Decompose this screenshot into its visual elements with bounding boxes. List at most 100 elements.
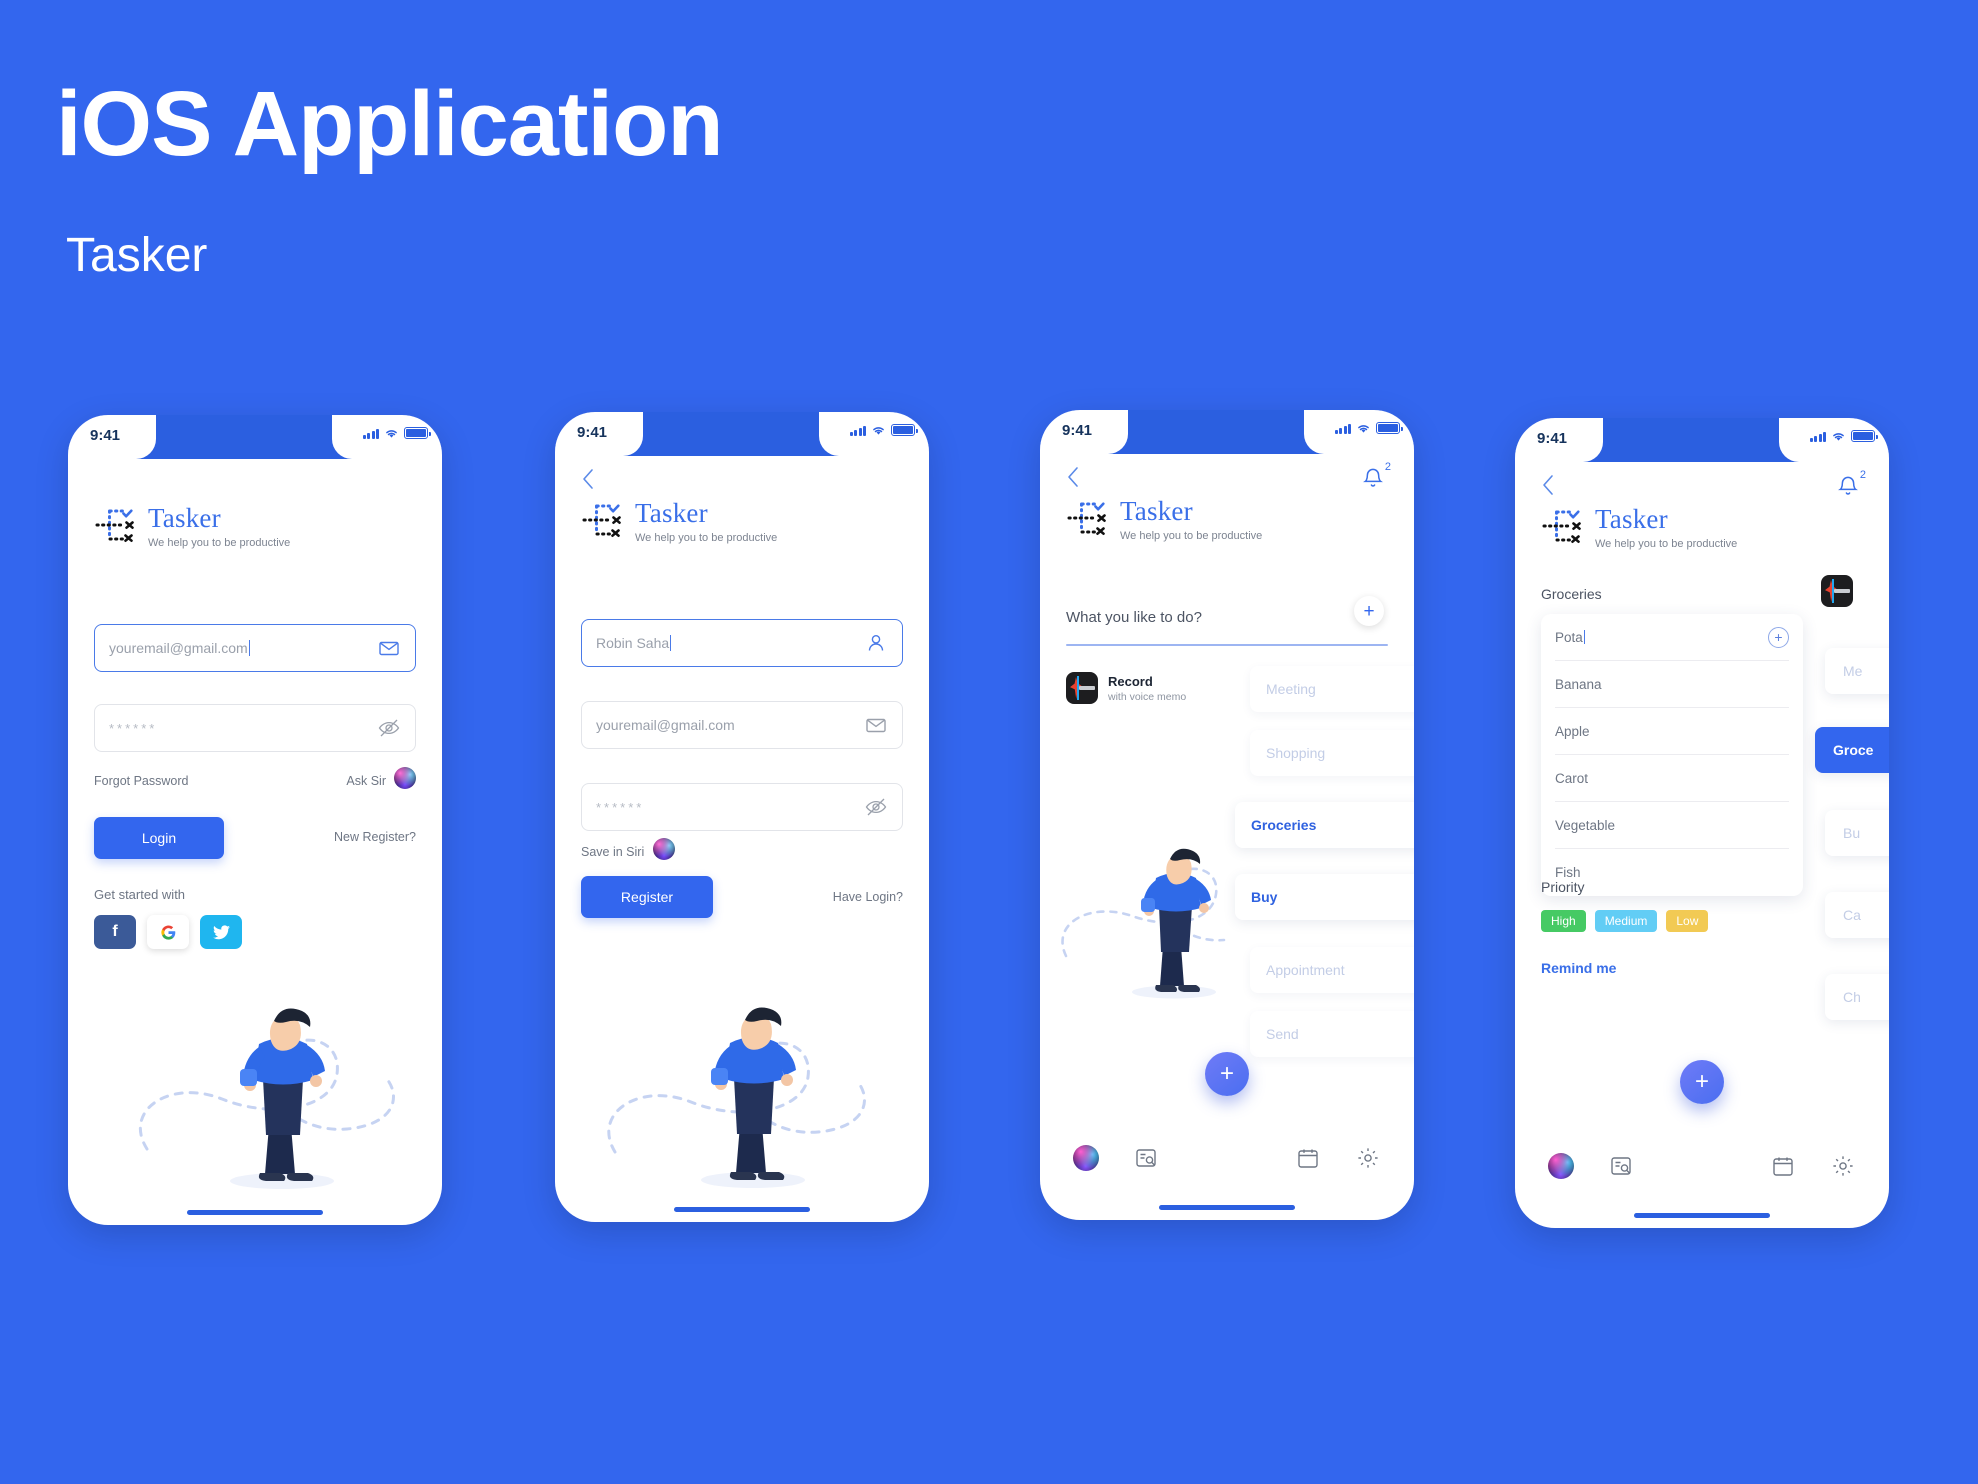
tab-settings[interactable] [1354, 1144, 1382, 1172]
signal-icon [849, 425, 866, 436]
person-icon[interactable] [864, 631, 888, 655]
tasker-logo-icon [94, 505, 136, 547]
tab-calendar[interactable] [1769, 1152, 1797, 1180]
list-item[interactable]: Apple [1555, 708, 1789, 755]
brand-block: Tasker We help you to be productive [94, 505, 290, 549]
ghost-card-buy[interactable]: Bu [1825, 810, 1889, 856]
detail-screen: 2 Tasker We help you to be productive Gr… [1515, 462, 1889, 1228]
floating-add-button[interactable]: + [1205, 1052, 1249, 1096]
priority-medium[interactable]: Medium [1594, 910, 1658, 932]
remind-me-link[interactable]: Remind me [1541, 960, 1616, 976]
brand-tagline: We help you to be productive [148, 537, 291, 549]
register-button[interactable]: Register [581, 876, 713, 918]
prompt-underline [1066, 644, 1388, 646]
get-started-label: Get started with [94, 887, 186, 902]
email-field[interactable]: youremail@gmail.com [581, 701, 903, 749]
have-login-link[interactable]: Have Login? [833, 890, 903, 904]
new-register-link[interactable]: New Register? [334, 830, 416, 844]
brand-name: Tasker [635, 498, 708, 528]
battery-icon [1851, 430, 1878, 442]
ghost-card-ca[interactable]: Ca [1825, 892, 1889, 938]
brand-block: Tasker We help you to be productive [581, 500, 777, 544]
password-value: ****** [596, 799, 645, 815]
voice-memo-row[interactable]: Record with voice memo [1066, 672, 1186, 704]
ghost-label: Ca [1843, 907, 1861, 923]
voice-memo-icon[interactable] [1821, 575, 1853, 607]
email-field[interactable]: youremail@gmail.com [94, 624, 416, 672]
illustration-person [607, 1007, 866, 1188]
phone-login: 9:41 Tasker We help you to be productive… [68, 415, 442, 1225]
ghost-card-ch[interactable]: Ch [1825, 974, 1889, 1020]
tab-settings[interactable] [1829, 1152, 1857, 1180]
list-item[interactable]: Carot [1555, 755, 1789, 802]
phone-detail: 9:41 2 Tasker We help you to be producti… [1515, 418, 1889, 1228]
task-prompt: What you like to do? [1066, 609, 1202, 626]
list-item[interactable]: Banana [1555, 661, 1789, 708]
signal-icon [1334, 423, 1351, 434]
envelope-icon[interactable] [377, 636, 401, 660]
add-task-button[interactable]: + [1354, 596, 1384, 626]
tab-bar [1040, 1144, 1414, 1190]
back-icon[interactable] [581, 468, 603, 490]
siri-icon[interactable] [394, 767, 416, 789]
status-icons [1334, 422, 1403, 434]
task-card-send[interactable]: Send ✓ [1250, 1011, 1414, 1057]
grocery-list-card: Pota + Banana Apple Carot Vegetable Fish [1541, 614, 1803, 896]
eye-off-icon[interactable] [377, 716, 401, 740]
list-item[interactable]: Fish [1555, 849, 1789, 896]
tasks-screen: 2 Tasker We help you to be productive Wh… [1040, 454, 1414, 1220]
save-in-siri-label[interactable]: Save in Siri [581, 845, 644, 859]
task-card-meeting[interactable]: Meeting ✓ [1250, 666, 1414, 712]
twitter-icon[interactable] [200, 915, 242, 949]
google-icon[interactable] [147, 915, 189, 949]
notification-count: 2 [1859, 469, 1866, 481]
notification-bell-icon[interactable]: 2 [1837, 469, 1866, 500]
tab-tasks[interactable] [1132, 1144, 1160, 1172]
back-icon[interactable] [1066, 466, 1088, 488]
home-indicator [674, 1207, 810, 1212]
status-icons [849, 424, 918, 436]
tasker-logo-icon [1066, 498, 1108, 540]
tasker-logo-icon [581, 500, 623, 542]
password-field[interactable]: ****** [94, 704, 416, 752]
ghost-card-meeting[interactable]: Me [1825, 648, 1889, 694]
floating-add-button[interactable]: + [1680, 1060, 1724, 1104]
priority-low[interactable]: Low [1666, 910, 1709, 932]
phone-tasks: 9:41 2 Tasker We help you to be producti… [1040, 410, 1414, 1220]
record-title: Record [1108, 673, 1153, 689]
brand-name: Tasker [1595, 504, 1668, 534]
status-time: 9:41 [1062, 422, 1093, 439]
brand-name: Tasker [1120, 496, 1193, 526]
task-label: Send [1266, 1026, 1299, 1042]
tab-calendar[interactable] [1294, 1144, 1322, 1172]
list-item[interactable]: Pota + [1555, 614, 1789, 661]
status-time: 9:41 [577, 424, 608, 441]
list-item-label: Banana [1555, 676, 1602, 692]
back-icon[interactable] [1541, 474, 1563, 496]
ghost-card-groceries[interactable]: Groce [1815, 727, 1889, 773]
name-field[interactable]: Robin Saha [581, 619, 903, 667]
notification-count: 2 [1384, 461, 1391, 473]
status-time: 9:41 [1537, 430, 1568, 447]
tab-siri[interactable] [1547, 1152, 1575, 1180]
eye-off-icon[interactable] [864, 795, 888, 819]
task-label: Meeting [1266, 681, 1316, 697]
add-item-icon[interactable]: + [1768, 626, 1789, 648]
list-item-label: Carot [1555, 770, 1589, 786]
priority-high[interactable]: High [1541, 910, 1586, 932]
brand-block: Tasker We help you to be productive [1541, 506, 1737, 550]
notification-bell-icon[interactable]: 2 [1362, 461, 1391, 492]
siri-icon[interactable] [653, 838, 675, 860]
page-subtitle: Tasker [66, 229, 208, 282]
login-button[interactable]: Login [94, 817, 224, 859]
tab-siri[interactable] [1072, 1144, 1100, 1172]
forgot-password-link[interactable]: Forgot Password [94, 774, 188, 788]
ask-siri-label[interactable]: Ask Sir [346, 774, 386, 788]
task-card-shopping[interactable]: Shopping ✓ [1250, 730, 1414, 776]
tab-tasks[interactable] [1607, 1152, 1635, 1180]
envelope-icon[interactable] [864, 713, 888, 737]
list-item-label: Pota [1555, 629, 1583, 645]
facebook-icon[interactable]: f [94, 915, 136, 949]
list-item[interactable]: Vegetable [1555, 802, 1789, 849]
password-field[interactable]: ****** [581, 783, 903, 831]
